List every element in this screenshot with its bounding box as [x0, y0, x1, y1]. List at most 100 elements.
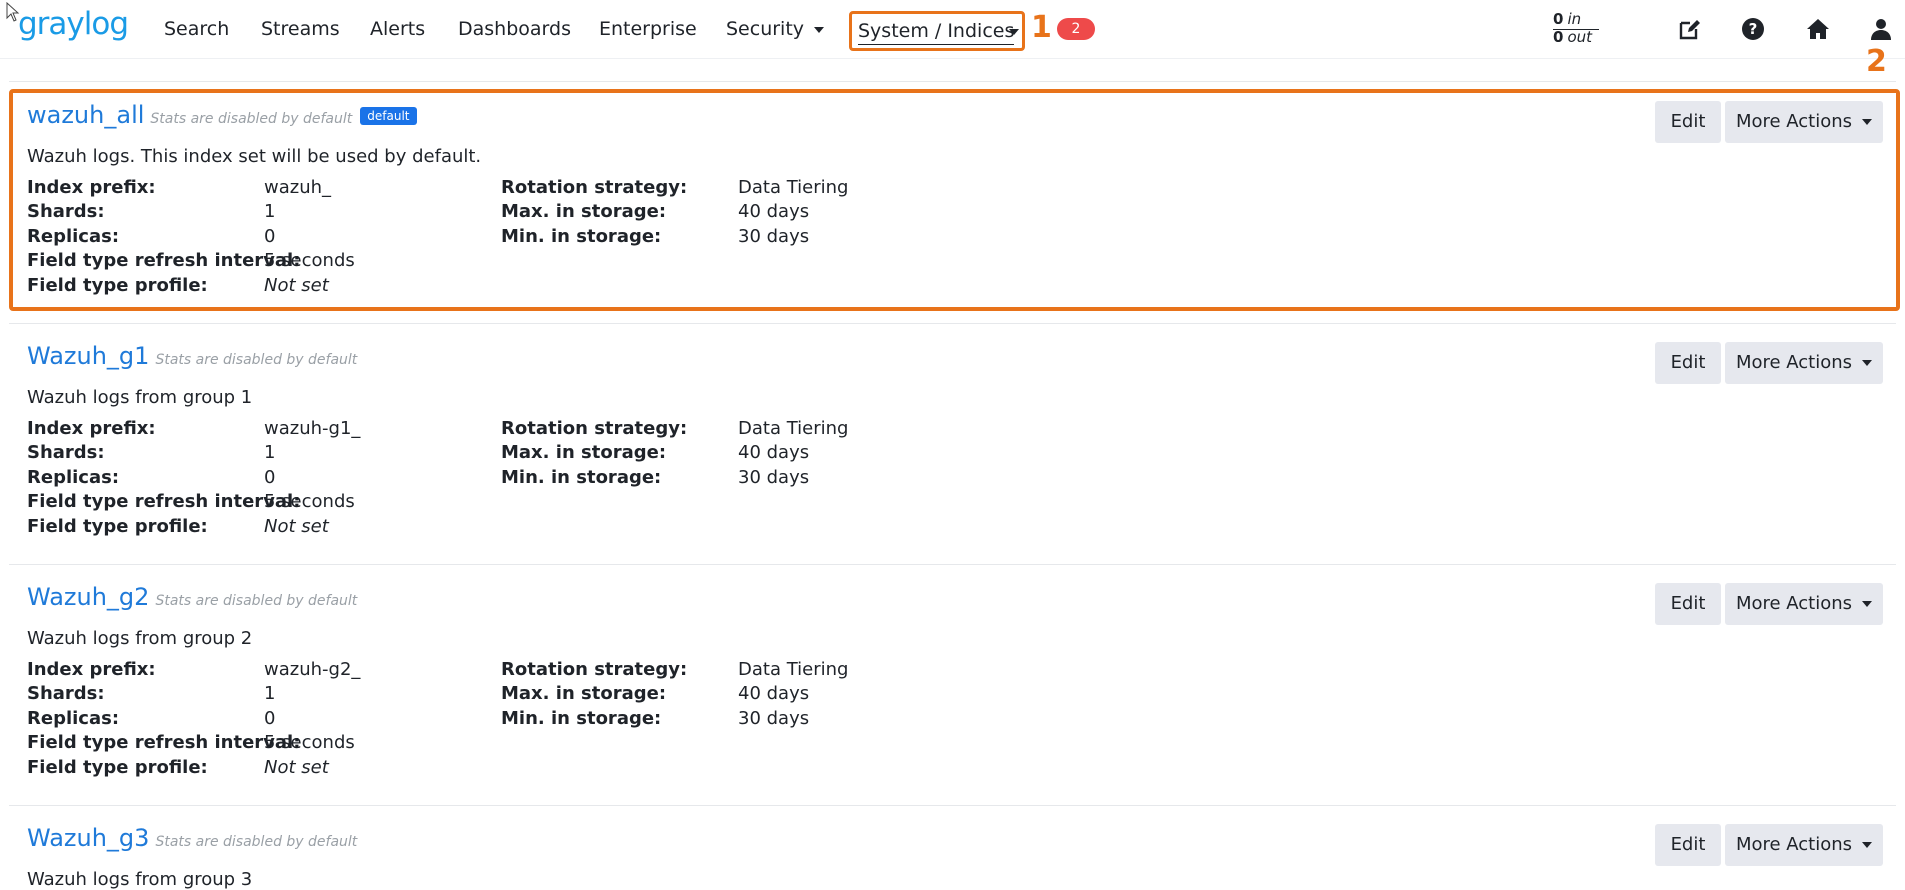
- throughput-out-label: out: [1567, 28, 1593, 46]
- more-actions-label: More Actions: [1735, 352, 1853, 373]
- chevron-down-icon: [1862, 842, 1873, 848]
- home-icon[interactable]: [1805, 16, 1831, 42]
- throughput-indicator[interactable]: 0 in 0 out: [1553, 10, 1599, 46]
- divider: [9, 564, 1896, 565]
- chevron-down-icon: [1862, 601, 1873, 607]
- nav-dashboards[interactable]: Dashboards: [458, 18, 571, 40]
- chevron-down-icon: [1862, 360, 1873, 366]
- shards-value: 1: [264, 201, 276, 222]
- chevron-down-icon: [1862, 119, 1873, 125]
- stats-disabled-note: Stats are disabled by default: [150, 111, 353, 127]
- notification-badge[interactable]: 2: [1057, 18, 1095, 40]
- edit-button[interactable]: Edit: [1655, 824, 1721, 866]
- min-storage-label: Min. in storage:: [501, 467, 662, 488]
- field-profile-value: Not set: [264, 757, 329, 778]
- more-actions-button[interactable]: More Actions: [1725, 101, 1883, 143]
- refresh-interval-label: Field type refresh interval:: [27, 491, 301, 512]
- shards-label: Shards:: [27, 442, 105, 463]
- min-storage-value: 30 days: [738, 467, 810, 488]
- index-set-card: Wazuh_g2 Stats are disabled by default Wa…: [27, 583, 1887, 778]
- field-profile-value: Not set: [264, 275, 329, 296]
- nav-security-dropdown[interactable]: Security: [726, 18, 825, 40]
- edit-icon[interactable]: [1677, 16, 1703, 42]
- replicas-label: Replicas:: [27, 467, 120, 488]
- field-profile-label: Field type profile:: [27, 757, 208, 778]
- annotation-marker-2: 2: [1866, 44, 1887, 79]
- more-actions-label: More Actions: [1735, 593, 1853, 614]
- shards-label: Shards:: [27, 683, 105, 704]
- index-prefix-value: wazuh_: [264, 177, 332, 198]
- nav-system-indices-dropdown[interactable]: System / Indices: [849, 11, 1025, 51]
- refresh-interval-value: 5 seconds: [264, 491, 355, 512]
- svg-text:?: ?: [1749, 20, 1758, 38]
- max-storage-value: 40 days: [738, 683, 810, 704]
- rotation-strategy-label: Rotation strategy:: [501, 177, 688, 198]
- more-actions-button[interactable]: More Actions: [1725, 342, 1883, 384]
- shards-label: Shards:: [27, 201, 105, 222]
- rotation-strategy-value: Data Tiering: [738, 659, 849, 680]
- refresh-interval-value: 5 seconds: [264, 732, 355, 753]
- refresh-interval-label: Field type refresh interval:: [27, 250, 301, 271]
- index-set-title[interactable]: Wazuh_g1: [27, 342, 149, 370]
- edit-button[interactable]: Edit: [1655, 101, 1721, 143]
- graylog-logo[interactable]: graylog: [18, 6, 129, 42]
- more-actions-label: More Actions: [1735, 834, 1853, 855]
- min-storage-value: 30 days: [738, 708, 810, 729]
- min-storage-label: Min. in storage:: [501, 226, 662, 247]
- max-storage-label: Max. in storage:: [501, 683, 667, 704]
- refresh-interval-label: Field type refresh interval:: [27, 732, 301, 753]
- default-badge: default: [360, 107, 417, 125]
- more-actions-label: More Actions: [1735, 111, 1853, 132]
- shards-value: 1: [264, 442, 276, 463]
- nav-enterprise[interactable]: Enterprise: [599, 18, 697, 40]
- min-storage-label: Min. in storage:: [501, 708, 662, 729]
- index-set-card: Wazuh_g1 Stats are disabled by default Wa…: [27, 342, 1887, 537]
- index-prefix-value: wazuh-g2_: [264, 659, 361, 680]
- index-prefix-label: Index prefix:: [27, 177, 156, 198]
- nav-search[interactable]: Search: [164, 18, 229, 40]
- top-navbar: graylog Search Streams Alerts Dashboards…: [0, 0, 1905, 59]
- index-set-title[interactable]: Wazuh_g3: [27, 824, 149, 852]
- field-profile-label: Field type profile:: [27, 275, 208, 296]
- annotation-marker-1: 1: [1031, 10, 1052, 45]
- index-set-description: Wazuh logs from group 3: [27, 869, 253, 890]
- replicas-value: 0: [264, 226, 276, 247]
- max-storage-value: 40 days: [738, 201, 810, 222]
- index-set-card: wazuh_all Stats are disabled by default de…: [27, 101, 1887, 296]
- divider: [9, 81, 1896, 82]
- index-prefix-label: Index prefix:: [27, 659, 156, 680]
- throughput-in-label: in: [1567, 10, 1582, 28]
- replicas-value: 0: [264, 467, 276, 488]
- chevron-down-icon: [814, 26, 825, 33]
- refresh-interval-value: 5 seconds: [264, 250, 355, 271]
- nav-streams[interactable]: Streams: [261, 18, 340, 40]
- index-set-description: Wazuh logs from group 2: [27, 628, 253, 649]
- max-storage-label: Max. in storage:: [501, 442, 667, 463]
- throughput-out-count: 0: [1553, 28, 1564, 46]
- rotation-strategy-label: Rotation strategy:: [501, 659, 688, 680]
- rotation-strategy-label: Rotation strategy:: [501, 418, 688, 439]
- index-set-description: Wazuh logs. This index set will be used …: [27, 146, 482, 167]
- nav-security-label: Security: [726, 18, 805, 40]
- stats-disabled-note: Stats are disabled by default: [155, 834, 358, 850]
- more-actions-button[interactable]: More Actions: [1725, 583, 1883, 625]
- field-profile-value: Not set: [264, 516, 329, 537]
- edit-button[interactable]: Edit: [1655, 583, 1721, 625]
- index-set-card: Wazuh_g3 Stats are disabled by default Wa…: [27, 824, 1887, 890]
- more-actions-button[interactable]: More Actions: [1725, 824, 1883, 866]
- index-prefix-label: Index prefix:: [27, 418, 156, 439]
- edit-button[interactable]: Edit: [1655, 342, 1721, 384]
- nav-alerts[interactable]: Alerts: [370, 18, 425, 40]
- index-set-description: Wazuh logs from group 1: [27, 387, 253, 408]
- divider: [9, 323, 1896, 324]
- index-set-title[interactable]: Wazuh_g2: [27, 583, 149, 611]
- rotation-strategy-value: Data Tiering: [738, 418, 849, 439]
- shards-value: 1: [264, 683, 276, 704]
- user-icon[interactable]: [1868, 16, 1894, 42]
- index-set-title[interactable]: wazuh_all: [27, 101, 144, 129]
- replicas-value: 0: [264, 708, 276, 729]
- replicas-label: Replicas:: [27, 226, 120, 247]
- chevron-down-icon: [1009, 29, 1019, 35]
- nav-system-indices-label: System / Indices: [858, 20, 1015, 45]
- help-icon[interactable]: ?: [1740, 16, 1766, 42]
